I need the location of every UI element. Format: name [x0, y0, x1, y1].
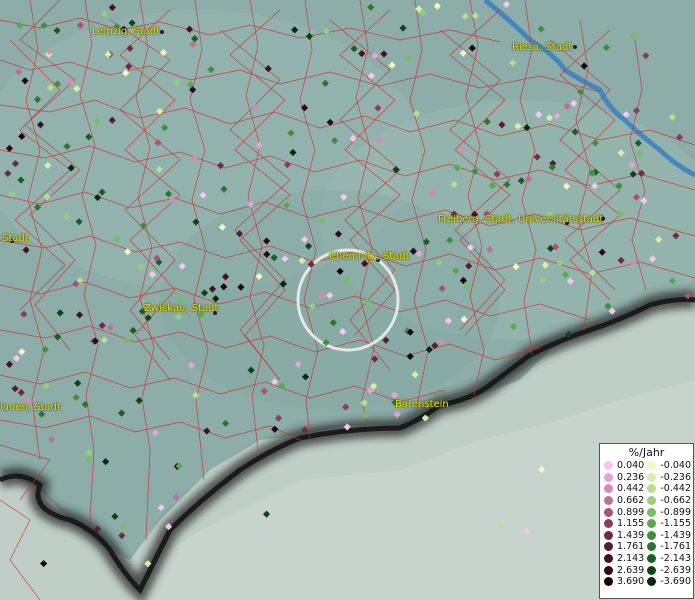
legend-value: 1.439	[617, 529, 645, 541]
legend-row: 0.442 -0.442	[604, 483, 691, 495]
legend-swatch	[647, 484, 657, 494]
legend-value: 1.761	[617, 541, 645, 553]
legend-value: -2.143	[660, 553, 691, 565]
legend-swatch	[604, 472, 613, 482]
legend-entry: -0.040	[647, 460, 691, 471]
legend-row: 2.143 -2.143	[604, 553, 691, 565]
legend-swatch	[647, 519, 657, 529]
legend-row: 1.761 -1.761	[604, 541, 691, 553]
legend-entry: -1.761	[647, 541, 691, 552]
legend-value: 0.442	[617, 483, 645, 495]
legend-value: -3.690	[660, 576, 691, 588]
legend-value: 2.143	[617, 553, 645, 565]
legend-swatch	[604, 461, 613, 471]
legend-entry: 0.442	[604, 483, 647, 494]
legend-entry: -0.442	[647, 483, 691, 494]
legend-entry: -3.690	[647, 576, 691, 587]
legend-value: -0.899	[660, 506, 691, 518]
legend-row: 3.690 -3.690	[604, 576, 691, 588]
legend-swatch	[604, 554, 613, 564]
legend-value: 3.690	[617, 576, 645, 588]
legend-swatch	[647, 565, 657, 575]
legend-value: -0.236	[660, 471, 691, 483]
legend-swatch	[604, 565, 613, 575]
legend-entry: 0.899	[604, 507, 647, 518]
legend-row: 2.639 -2.639	[604, 564, 691, 576]
legend-entry: -1.155	[647, 518, 691, 529]
legend-row: 1.155 -1.155	[604, 518, 691, 530]
legend-value: -2.639	[660, 564, 691, 576]
legend-swatch	[604, 519, 613, 529]
map-view[interactable]: Leipzig, Stadt Riesa, Stadt Freiberg, St…	[0, 0, 695, 600]
city-label-baerenstein: Bärenstein	[395, 399, 449, 410]
legend-entry: 2.143	[604, 553, 647, 564]
city-label-freiberg: Freiberg, Stadt, Universitätsstadt	[438, 214, 604, 225]
legend-entry: 1.761	[604, 541, 647, 552]
legend-rows: 0.040 -0.040 0.236 -0.236 0.442 -0.442 0.662 -0…	[604, 460, 691, 588]
legend-entry: 0.662	[604, 495, 647, 506]
legend-value: 0.236	[617, 471, 645, 483]
city-label-chemnitz: Chemnitz, Stadt	[329, 251, 410, 262]
legend-value: -1.761	[660, 541, 691, 553]
map-legend: %/Jahr 0.040 -0.040 0.236 -0.236 0.442 -0.442…	[599, 443, 694, 599]
legend-value: -0.040	[660, 460, 691, 472]
legend-row: 0.040 -0.040	[604, 460, 691, 472]
legend-swatch	[604, 496, 613, 506]
city-label-riesa: Riesa, Stadt	[512, 42, 573, 53]
legend-value: 0.662	[617, 495, 645, 507]
legend-swatch	[604, 577, 613, 587]
city-dot	[573, 45, 577, 49]
legend-value: -0.442	[660, 483, 691, 495]
legend-swatch	[604, 542, 613, 552]
city-label-stadt: Stadt	[2, 233, 29, 244]
legend-value: 0.899	[617, 506, 645, 518]
legend-entry: -2.639	[647, 565, 691, 576]
legend-swatch	[647, 577, 657, 587]
city-label-plauen: Plauen, Stadt	[0, 402, 61, 413]
legend-title: %/Jahr	[628, 446, 665, 459]
legend-entry: 1.155	[604, 518, 647, 529]
legend-row: 0.662 -0.662	[604, 495, 691, 507]
legend-swatch	[604, 530, 613, 540]
legend-entry: 0.236	[604, 472, 647, 483]
legend-entry: 2.639	[604, 565, 647, 576]
legend-swatch	[604, 484, 613, 494]
legend-value: 2.639	[617, 564, 645, 576]
legend-entry: 0.040	[604, 460, 647, 471]
city-label-leipzig: Leipzig, Stadt	[92, 26, 161, 37]
legend-entry: -0.899	[647, 507, 691, 518]
legend-value: -1.439	[660, 529, 691, 541]
city-label-zwickau: Zwickau, Stadt	[144, 303, 219, 314]
legend-entry: -0.236	[647, 472, 691, 483]
legend-value: -1.155	[660, 518, 691, 530]
city-dot	[160, 30, 164, 34]
legend-swatch	[647, 542, 657, 552]
legend-swatch	[647, 530, 657, 540]
legend-entry: -1.439	[647, 530, 691, 541]
legend-swatch	[647, 461, 657, 471]
legend-swatch	[647, 496, 657, 506]
legend-value: -0.662	[660, 495, 691, 507]
legend-swatch	[647, 472, 657, 482]
legend-swatch	[647, 507, 657, 517]
legend-swatch	[647, 554, 657, 564]
legend-entry: 3.690	[604, 576, 647, 587]
legend-value: 0.040	[617, 460, 645, 472]
legend-swatch	[604, 507, 613, 517]
legend-value: 1.155	[617, 518, 645, 530]
legend-row: 0.236 -0.236	[604, 472, 691, 484]
legend-entry: 1.439	[604, 530, 647, 541]
legend-row: 0.899 -0.899	[604, 506, 691, 518]
legend-entry: -0.662	[647, 495, 691, 506]
legend-entry: -2.143	[647, 553, 691, 564]
terrain-base	[0, 0, 695, 600]
legend-row: 1.439 -1.439	[604, 530, 691, 542]
